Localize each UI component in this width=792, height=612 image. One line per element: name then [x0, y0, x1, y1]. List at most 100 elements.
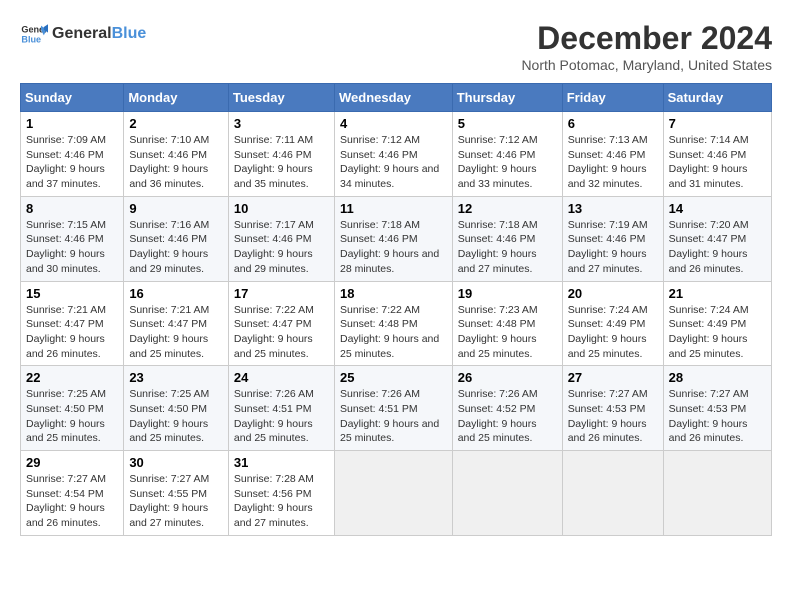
calendar-cell: 31 Sunrise: 7:28 AM Sunset: 4:56 PM Dayl… [228, 451, 334, 536]
day-detail: Sunrise: 7:14 AM Sunset: 4:46 PM Dayligh… [669, 133, 766, 192]
day-detail: Sunrise: 7:25 AM Sunset: 4:50 PM Dayligh… [129, 387, 223, 446]
header-saturday: Saturday [663, 84, 771, 112]
calendar-cell: 18 Sunrise: 7:22 AM Sunset: 4:48 PM Dayl… [334, 281, 452, 366]
calendar-cell: 15 Sunrise: 7:21 AM Sunset: 4:47 PM Dayl… [21, 281, 124, 366]
svg-text:Blue: Blue [21, 34, 41, 44]
logo-icon: General Blue [20, 20, 48, 48]
week-row-3: 15 Sunrise: 7:21 AM Sunset: 4:47 PM Dayl… [21, 281, 772, 366]
day-number: 25 [340, 370, 447, 385]
day-number: 1 [26, 116, 118, 131]
subtitle: North Potomac, Maryland, United States [521, 57, 772, 73]
calendar-cell: 28 Sunrise: 7:27 AM Sunset: 4:53 PM Dayl… [663, 366, 771, 451]
day-detail: Sunrise: 7:26 AM Sunset: 4:51 PM Dayligh… [340, 387, 447, 446]
calendar-cell: 17 Sunrise: 7:22 AM Sunset: 4:47 PM Dayl… [228, 281, 334, 366]
calendar-cell: 16 Sunrise: 7:21 AM Sunset: 4:47 PM Dayl… [124, 281, 229, 366]
header-wednesday: Wednesday [334, 84, 452, 112]
day-detail: Sunrise: 7:13 AM Sunset: 4:46 PM Dayligh… [568, 133, 658, 192]
day-number: 26 [458, 370, 557, 385]
day-detail: Sunrise: 7:28 AM Sunset: 4:56 PM Dayligh… [234, 472, 329, 531]
day-number: 11 [340, 201, 447, 216]
calendar-cell: 24 Sunrise: 7:26 AM Sunset: 4:51 PM Dayl… [228, 366, 334, 451]
day-detail: Sunrise: 7:24 AM Sunset: 4:49 PM Dayligh… [669, 303, 766, 362]
day-detail: Sunrise: 7:11 AM Sunset: 4:46 PM Dayligh… [234, 133, 329, 192]
day-detail: Sunrise: 7:24 AM Sunset: 4:49 PM Dayligh… [568, 303, 658, 362]
header-friday: Friday [562, 84, 663, 112]
day-detail: Sunrise: 7:18 AM Sunset: 4:46 PM Dayligh… [340, 218, 447, 277]
calendar-cell: 7 Sunrise: 7:14 AM Sunset: 4:46 PM Dayli… [663, 112, 771, 197]
day-detail: Sunrise: 7:18 AM Sunset: 4:46 PM Dayligh… [458, 218, 557, 277]
calendar-cell: 27 Sunrise: 7:27 AM Sunset: 4:53 PM Dayl… [562, 366, 663, 451]
day-detail: Sunrise: 7:27 AM Sunset: 4:55 PM Dayligh… [129, 472, 223, 531]
header-tuesday: Tuesday [228, 84, 334, 112]
calendar-cell: 26 Sunrise: 7:26 AM Sunset: 4:52 PM Dayl… [452, 366, 562, 451]
title-area: December 2024 North Potomac, Maryland, U… [521, 20, 772, 73]
day-number: 8 [26, 201, 118, 216]
calendar-cell [663, 451, 771, 536]
day-number: 2 [129, 116, 223, 131]
logo-general: General [52, 25, 112, 43]
day-detail: Sunrise: 7:25 AM Sunset: 4:50 PM Dayligh… [26, 387, 118, 446]
day-detail: Sunrise: 7:22 AM Sunset: 4:47 PM Dayligh… [234, 303, 329, 362]
calendar-cell: 30 Sunrise: 7:27 AM Sunset: 4:55 PM Dayl… [124, 451, 229, 536]
day-number: 30 [129, 455, 223, 470]
day-detail: Sunrise: 7:27 AM Sunset: 4:53 PM Dayligh… [669, 387, 766, 446]
header: General Blue General Blue December 2024 … [20, 20, 772, 73]
day-detail: Sunrise: 7:10 AM Sunset: 4:46 PM Dayligh… [129, 133, 223, 192]
calendar-header-row: SundayMondayTuesdayWednesdayThursdayFrid… [21, 84, 772, 112]
calendar-cell: 21 Sunrise: 7:24 AM Sunset: 4:49 PM Dayl… [663, 281, 771, 366]
calendar-cell [452, 451, 562, 536]
day-detail: Sunrise: 7:12 AM Sunset: 4:46 PM Dayligh… [458, 133, 557, 192]
calendar-cell [562, 451, 663, 536]
day-number: 9 [129, 201, 223, 216]
calendar-cell: 23 Sunrise: 7:25 AM Sunset: 4:50 PM Dayl… [124, 366, 229, 451]
day-number: 14 [669, 201, 766, 216]
week-row-2: 8 Sunrise: 7:15 AM Sunset: 4:46 PM Dayli… [21, 196, 772, 281]
day-detail: Sunrise: 7:21 AM Sunset: 4:47 PM Dayligh… [129, 303, 223, 362]
day-number: 5 [458, 116, 557, 131]
day-number: 13 [568, 201, 658, 216]
day-detail: Sunrise: 7:23 AM Sunset: 4:48 PM Dayligh… [458, 303, 557, 362]
day-number: 21 [669, 286, 766, 301]
calendar-cell: 10 Sunrise: 7:17 AM Sunset: 4:46 PM Dayl… [228, 196, 334, 281]
day-number: 29 [26, 455, 118, 470]
calendar-cell: 5 Sunrise: 7:12 AM Sunset: 4:46 PM Dayli… [452, 112, 562, 197]
calendar-cell: 13 Sunrise: 7:19 AM Sunset: 4:46 PM Dayl… [562, 196, 663, 281]
logo-blue: Blue [112, 25, 147, 43]
week-row-5: 29 Sunrise: 7:27 AM Sunset: 4:54 PM Dayl… [21, 451, 772, 536]
day-number: 10 [234, 201, 329, 216]
week-row-1: 1 Sunrise: 7:09 AM Sunset: 4:46 PM Dayli… [21, 112, 772, 197]
day-number: 27 [568, 370, 658, 385]
calendar-cell: 6 Sunrise: 7:13 AM Sunset: 4:46 PM Dayli… [562, 112, 663, 197]
week-row-4: 22 Sunrise: 7:25 AM Sunset: 4:50 PM Dayl… [21, 366, 772, 451]
day-detail: Sunrise: 7:15 AM Sunset: 4:46 PM Dayligh… [26, 218, 118, 277]
day-number: 18 [340, 286, 447, 301]
calendar-cell: 11 Sunrise: 7:18 AM Sunset: 4:46 PM Dayl… [334, 196, 452, 281]
calendar-cell: 3 Sunrise: 7:11 AM Sunset: 4:46 PM Dayli… [228, 112, 334, 197]
day-number: 20 [568, 286, 658, 301]
calendar-cell: 25 Sunrise: 7:26 AM Sunset: 4:51 PM Dayl… [334, 366, 452, 451]
calendar-cell: 2 Sunrise: 7:10 AM Sunset: 4:46 PM Dayli… [124, 112, 229, 197]
day-number: 28 [669, 370, 766, 385]
main-title: December 2024 [521, 20, 772, 57]
day-number: 7 [669, 116, 766, 131]
day-number: 12 [458, 201, 557, 216]
day-number: 31 [234, 455, 329, 470]
day-number: 6 [568, 116, 658, 131]
header-monday: Monday [124, 84, 229, 112]
calendar-cell: 14 Sunrise: 7:20 AM Sunset: 4:47 PM Dayl… [663, 196, 771, 281]
calendar-cell: 22 Sunrise: 7:25 AM Sunset: 4:50 PM Dayl… [21, 366, 124, 451]
calendar-cell: 9 Sunrise: 7:16 AM Sunset: 4:46 PM Dayli… [124, 196, 229, 281]
day-detail: Sunrise: 7:27 AM Sunset: 4:53 PM Dayligh… [568, 387, 658, 446]
calendar-cell: 29 Sunrise: 7:27 AM Sunset: 4:54 PM Dayl… [21, 451, 124, 536]
day-detail: Sunrise: 7:20 AM Sunset: 4:47 PM Dayligh… [669, 218, 766, 277]
day-detail: Sunrise: 7:27 AM Sunset: 4:54 PM Dayligh… [26, 472, 118, 531]
day-number: 4 [340, 116, 447, 131]
calendar-cell: 20 Sunrise: 7:24 AM Sunset: 4:49 PM Dayl… [562, 281, 663, 366]
logo: General Blue General Blue [20, 20, 146, 48]
calendar-table: SundayMondayTuesdayWednesdayThursdayFrid… [20, 83, 772, 536]
day-number: 17 [234, 286, 329, 301]
day-detail: Sunrise: 7:16 AM Sunset: 4:46 PM Dayligh… [129, 218, 223, 277]
day-detail: Sunrise: 7:26 AM Sunset: 4:52 PM Dayligh… [458, 387, 557, 446]
day-detail: Sunrise: 7:21 AM Sunset: 4:47 PM Dayligh… [26, 303, 118, 362]
calendar-cell: 1 Sunrise: 7:09 AM Sunset: 4:46 PM Dayli… [21, 112, 124, 197]
